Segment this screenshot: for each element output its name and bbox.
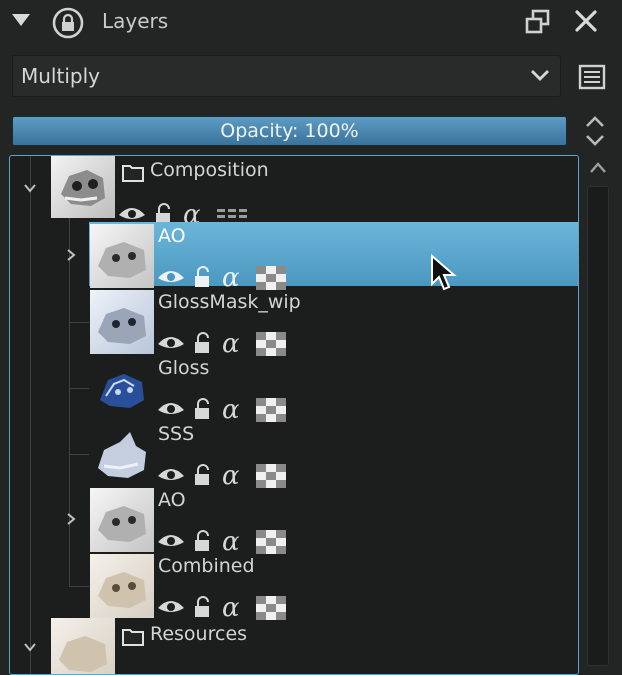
model-thumbnail-icon (61, 170, 105, 206)
alpha-lock-icon[interactable]: α (220, 398, 250, 422)
model-thumbnail-icon (59, 636, 107, 672)
layer-row-combined[interactable]: Combined α (10, 552, 578, 620)
lock-icon[interactable] (192, 596, 212, 618)
collapse-docker-icon[interactable] (12, 14, 30, 26)
visible-eye-icon[interactable] (156, 332, 186, 352)
transparency-checker-icon[interactable] (256, 464, 286, 488)
layer-name[interactable]: Composition (150, 159, 269, 181)
svg-text:α: α (222, 332, 240, 356)
layer-thumbnail (51, 618, 115, 674)
scrollbar-track[interactable] (587, 186, 609, 666)
layer-list[interactable]: Composition α AO α GlossMask_wip α Gloss… (9, 155, 579, 675)
docker-titlebar: Layers (0, 0, 622, 46)
opacity-slider[interactable]: Opacity: 100% (12, 116, 567, 146)
svg-text:α: α (222, 464, 240, 488)
chevron-right-icon[interactable] (64, 248, 78, 262)
layer-name[interactable]: AO (158, 489, 186, 511)
layer-row-composition[interactable]: Composition α (10, 156, 578, 227)
opacity-spin-icon[interactable] (583, 114, 607, 148)
transparency-checker-icon[interactable] (256, 332, 286, 356)
folder-icon (122, 165, 144, 182)
model-thumbnail-icon (98, 432, 146, 478)
visible-eye-icon[interactable] (156, 464, 186, 484)
lock-icon[interactable] (192, 332, 212, 354)
layer-name[interactable]: Combined (158, 555, 255, 577)
lock-icon[interactable] (192, 464, 212, 486)
transparency-checker-icon[interactable] (256, 398, 286, 422)
layer-thumbnail (90, 224, 154, 288)
chevron-down-icon[interactable] (23, 181, 37, 195)
svg-text:α: α (222, 530, 240, 554)
layer-thumbnail (90, 488, 154, 552)
lock-icon[interactable] (192, 530, 212, 552)
model-thumbnail-icon (98, 572, 146, 608)
layer-list-scrollbar[interactable] (584, 156, 614, 666)
blend-mode-value: Multiply (21, 64, 100, 88)
layer-name[interactable]: Resources (150, 623, 247, 645)
layer-row-resources[interactable]: Resources (10, 618, 578, 674)
layer-name[interactable]: GlossMask_wip (158, 291, 301, 313)
layer-options-icon[interactable] (578, 64, 606, 90)
layer-row-ao-2[interactable]: AO α (10, 486, 578, 554)
transparency-checker-icon[interactable] (256, 596, 286, 620)
chevron-down-icon[interactable] (23, 640, 37, 654)
model-thumbnail-icon (98, 242, 146, 278)
alpha-lock-icon[interactable]: α (220, 266, 250, 290)
layer-row-sss[interactable]: SSS α (10, 420, 578, 488)
layer-thumbnail (90, 554, 154, 618)
alpha-lock-icon[interactable]: α (220, 332, 250, 356)
close-docker-icon[interactable] (573, 8, 599, 34)
visible-eye-icon[interactable] (156, 398, 186, 418)
layer-row-gloss[interactable]: Gloss α (10, 354, 578, 422)
alpha-lock-icon[interactable]: α (220, 530, 250, 554)
folder-icon (122, 629, 144, 646)
lock-icon[interactable] (192, 266, 212, 288)
visible-eye-icon[interactable] (156, 596, 186, 616)
lock-icon[interactable] (192, 398, 212, 420)
transparency-checker-icon[interactable] (256, 266, 286, 290)
blend-mode-dropdown[interactable]: Multiply (12, 55, 561, 97)
pass-through-icon[interactable] (217, 207, 251, 221)
visible-eye-icon[interactable] (156, 266, 186, 286)
visible-eye-icon[interactable] (156, 530, 186, 550)
visible-eye-icon[interactable] (117, 203, 147, 223)
alpha-lock-icon[interactable]: α (220, 464, 250, 488)
alpha-lock-icon[interactable]: α (220, 596, 250, 620)
layer-thumbnail (90, 290, 154, 354)
model-thumbnail-icon (100, 374, 144, 408)
svg-text:α: α (222, 398, 240, 422)
model-thumbnail-icon (98, 308, 146, 344)
layer-thumbnail (90, 356, 154, 420)
model-thumbnail-icon (98, 506, 146, 542)
svg-text:α: α (222, 596, 240, 620)
layer-name[interactable]: SSS (158, 423, 194, 445)
layer-thumbnail (51, 156, 115, 218)
layer-name[interactable]: AO (158, 225, 186, 247)
chevron-up-icon[interactable] (588, 160, 608, 176)
layer-thumbnail (90, 422, 154, 486)
chevron-right-icon[interactable] (64, 512, 78, 526)
layer-name[interactable]: Gloss (158, 357, 209, 379)
svg-text:α: α (222, 266, 240, 290)
opacity-label: Opacity: 100% (220, 120, 359, 142)
mouse-cursor-icon (431, 254, 457, 291)
layer-row-glossmask-wip[interactable]: GlossMask_wip α (10, 288, 578, 356)
chevron-down-icon (531, 70, 549, 81)
layer-row-ao[interactable]: AO α (10, 222, 578, 290)
transparency-checker-icon[interactable] (256, 530, 286, 554)
lock-docker-icon[interactable] (51, 6, 85, 40)
docker-title: Layers (102, 9, 169, 33)
float-docker-icon[interactable] (525, 9, 551, 35)
